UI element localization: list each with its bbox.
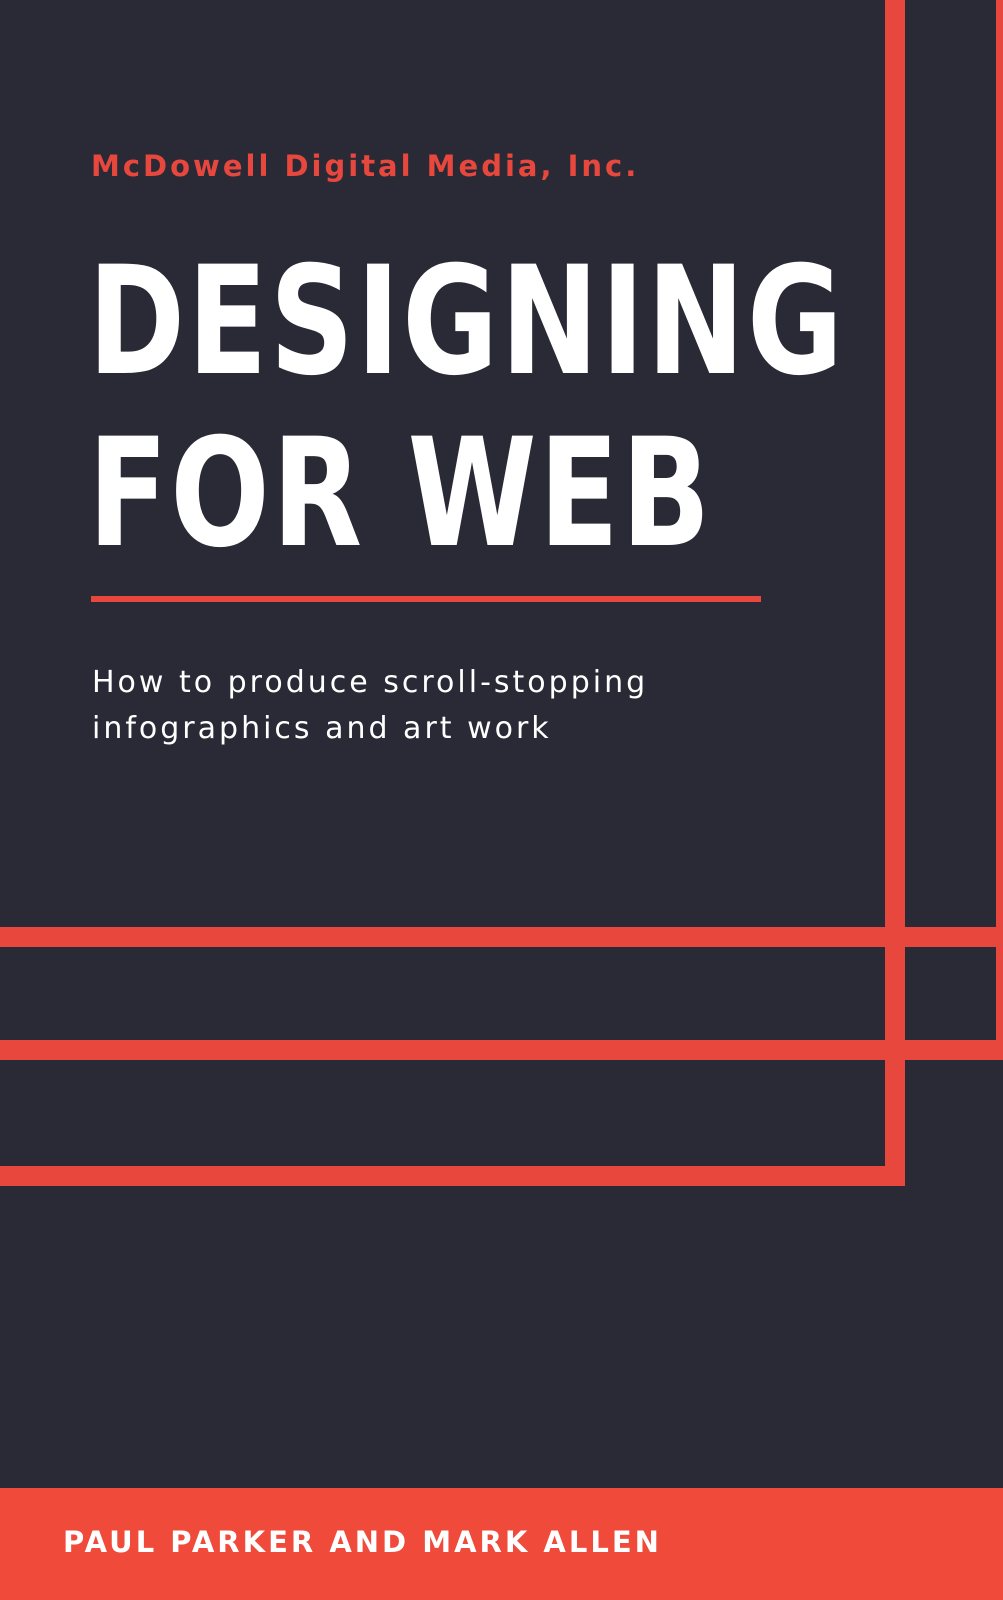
frame-line-horizontal-3 [0, 1166, 905, 1186]
title-line-1: DESIGNING [88, 235, 846, 409]
frame-line-horizontal-1 [0, 927, 1003, 947]
subtitle-line-1: How to produce scroll-stopping [92, 665, 649, 700]
frame-line-vertical-outer [996, 0, 1003, 1050]
subtitle-line-2: infographics and art work [92, 711, 552, 746]
title-underline [91, 596, 761, 602]
book-cover: McDowell Digital Media, Inc. DESIGNING F… [0, 0, 1003, 1600]
frame-line-horizontal-2 [0, 1040, 1003, 1060]
book-subtitle: How to produce scroll-stopping infograph… [92, 660, 648, 752]
title-line-2: FOR WEB [88, 407, 713, 581]
publisher-name: McDowell Digital Media, Inc. [91, 149, 640, 183]
author-names: PAUL PARKER AND MARK ALLEN [63, 1525, 662, 1559]
frame-line-vertical-inner [885, 0, 905, 1186]
book-title: DESIGNING FOR WEB [88, 236, 845, 580]
